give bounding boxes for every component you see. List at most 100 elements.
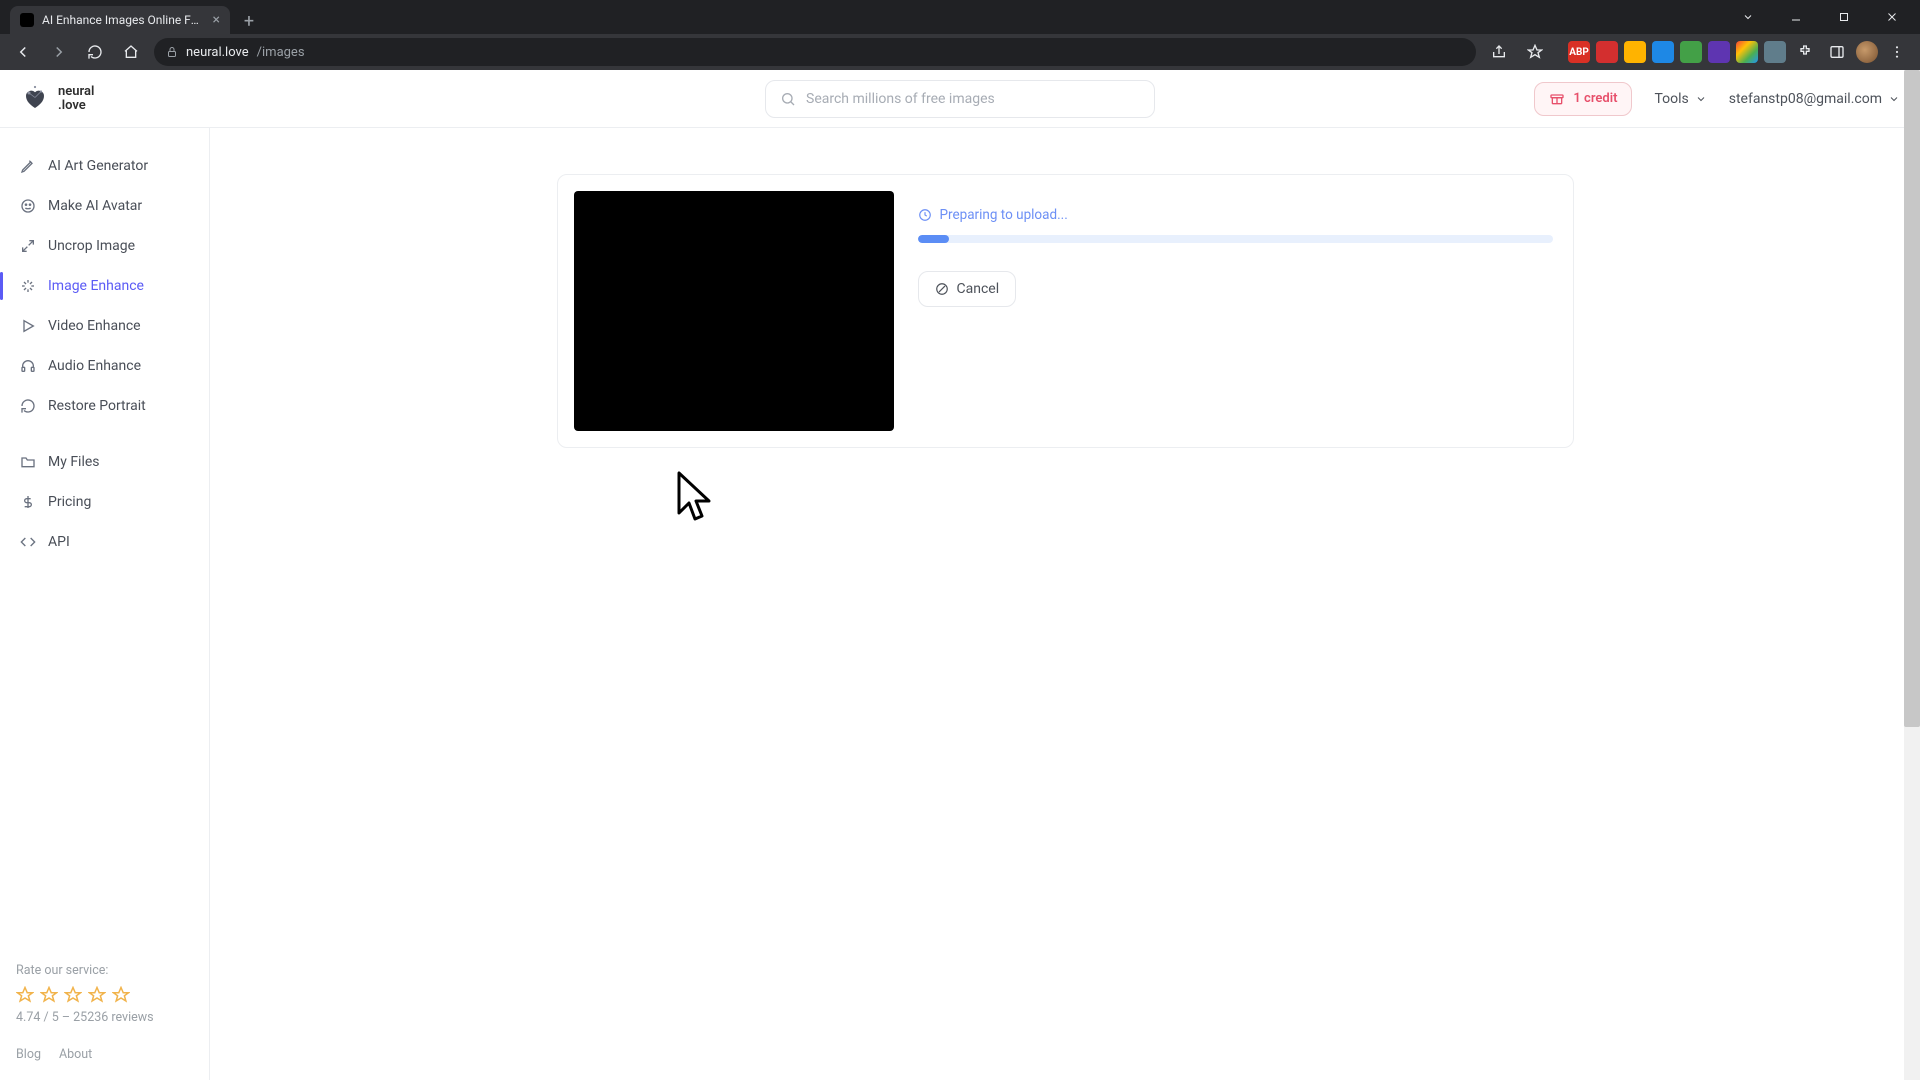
sparkle-icon (20, 278, 36, 294)
window-controls (1726, 0, 1920, 34)
minimize-button[interactable] (1774, 3, 1818, 31)
tools-label: Tools (1654, 91, 1688, 107)
browser-menu-icon[interactable] (1884, 39, 1910, 65)
clock-icon (918, 208, 932, 222)
star-icon[interactable] (16, 986, 34, 1004)
back-button[interactable] (10, 39, 36, 65)
extension-yellow-icon[interactable] (1624, 41, 1646, 63)
cancel-icon (935, 282, 949, 296)
logo-icon (20, 84, 50, 114)
sidebar: AI Art Generator Make AI Avatar Uncrop Ima… (0, 128, 210, 1080)
folder-icon (20, 454, 36, 470)
address-path: /images (257, 45, 305, 60)
extension-purple-icon[interactable] (1708, 41, 1730, 63)
brand-logo[interactable]: neural .love (20, 84, 94, 114)
sidebar-item-restore-portrait[interactable]: Restore Portrait (0, 386, 209, 426)
maximize-button[interactable] (1822, 3, 1866, 31)
tab-title: AI Enhance Images Online For Fr (42, 13, 205, 27)
search-input[interactable] (806, 91, 1140, 107)
credit-icon (1549, 91, 1565, 107)
sidebar-item-uncrop-image[interactable]: Uncrop Image (0, 226, 209, 266)
sidebar-item-label: AI Art Generator (48, 158, 148, 174)
upload-progress (918, 235, 1553, 243)
pen-icon (20, 158, 36, 174)
extension-blue-icon[interactable] (1652, 41, 1674, 63)
profile-avatar[interactable] (1856, 41, 1878, 63)
extension-abp-icon[interactable]: ABP (1568, 41, 1590, 63)
new-tab-button[interactable]: + (236, 8, 262, 34)
rating-line: 4.74 / 5 – 25236 reviews (16, 1010, 193, 1025)
favicon-icon (20, 13, 34, 27)
sidebar-item-ai-art-generator[interactable]: AI Art Generator (0, 146, 209, 186)
extension-gray-icon[interactable] (1764, 41, 1786, 63)
sidebar-item-label: API (48, 534, 70, 550)
footer-link-blog[interactable]: Blog (16, 1047, 41, 1062)
logo-text: neural .love (58, 85, 94, 112)
cancel-button[interactable]: Cancel (918, 271, 1017, 307)
close-window-button[interactable] (1870, 3, 1914, 31)
tools-dropdown[interactable]: Tools (1654, 91, 1706, 107)
sidebar-item-label: Make AI Avatar (48, 198, 142, 214)
sidebar-item-my-files[interactable]: My Files (0, 442, 209, 482)
bookmark-star-icon[interactable] (1522, 39, 1548, 65)
sidebar-item-video-enhance[interactable]: Video Enhance (0, 306, 209, 346)
address-bar[interactable]: neural.love/images (154, 38, 1476, 66)
home-button[interactable] (118, 39, 144, 65)
star-icon[interactable] (64, 986, 82, 1004)
upload-card: Preparing to upload... Cancel (557, 174, 1574, 448)
extensions-row: ABP (1558, 39, 1910, 65)
dollar-icon (20, 494, 36, 510)
browser-tab-strip: AI Enhance Images Online For Fr × + (0, 0, 1920, 34)
restore-icon (20, 398, 36, 414)
sidebar-item-make-ai-avatar[interactable]: Make AI Avatar (0, 186, 209, 226)
extension-color-icon[interactable] (1736, 41, 1758, 63)
browser-tab[interactable]: AI Enhance Images Online For Fr × (10, 6, 230, 34)
upload-status: Preparing to upload... (918, 207, 1553, 223)
share-icon[interactable] (1486, 39, 1512, 65)
rate-label: Rate our service: (16, 963, 193, 978)
search-box[interactable] (765, 80, 1155, 118)
upload-status-text: Preparing to upload... (940, 207, 1068, 223)
sidepanel-icon[interactable] (1824, 39, 1850, 65)
expand-icon (20, 238, 36, 254)
rating-stars[interactable] (16, 986, 193, 1004)
extension-green-icon[interactable] (1680, 41, 1702, 63)
logo-text-line1: neural (58, 85, 94, 99)
chevron-down-icon (1695, 93, 1707, 105)
user-email: stefanstp08@gmail.com (1729, 91, 1882, 107)
sidebar-item-label: Audio Enhance (48, 358, 141, 374)
play-icon (20, 318, 36, 334)
sidebar-item-pricing[interactable]: Pricing (0, 482, 209, 522)
app-header: neural .love 1 credit Tools (0, 70, 1920, 128)
sidebar-item-label: Restore Portrait (48, 398, 146, 414)
headphones-icon (20, 358, 36, 374)
upload-progress-fill (918, 235, 950, 243)
star-icon[interactable] (40, 986, 58, 1004)
close-tab-icon[interactable]: × (213, 12, 220, 28)
chrome-chevron-icon[interactable] (1726, 3, 1770, 31)
logo-text-line2: .love (58, 99, 94, 113)
user-menu[interactable]: stefanstp08@gmail.com (1729, 91, 1900, 107)
extensions-puzzle-icon[interactable] (1792, 39, 1818, 65)
forward-button[interactable] (46, 39, 72, 65)
address-domain: neural.love (186, 45, 249, 60)
extension-red-icon[interactable] (1596, 41, 1618, 63)
sidebar-item-audio-enhance[interactable]: Audio Enhance (0, 346, 209, 386)
cancel-label: Cancel (957, 281, 1000, 297)
cursor-overlay-icon (675, 471, 715, 527)
credits-badge[interactable]: 1 credit (1534, 82, 1632, 116)
chevron-down-icon (1888, 93, 1900, 105)
sidebar-item-image-enhance[interactable]: Image Enhance (0, 266, 209, 306)
footer-link-about[interactable]: About (59, 1047, 92, 1062)
sidebar-item-label: Video Enhance (48, 318, 141, 334)
star-icon[interactable] (88, 986, 106, 1004)
sidebar-item-label: Image Enhance (48, 278, 144, 294)
lock-icon (166, 46, 178, 58)
sidebar-item-label: Pricing (48, 494, 91, 510)
sidebar-item-api[interactable]: API (0, 522, 209, 562)
star-icon[interactable] (112, 986, 130, 1004)
face-icon (20, 198, 36, 214)
main-content: Preparing to upload... Cancel (210, 128, 1920, 1080)
credit-label: 1 credit (1573, 91, 1617, 106)
reload-button[interactable] (82, 39, 108, 65)
